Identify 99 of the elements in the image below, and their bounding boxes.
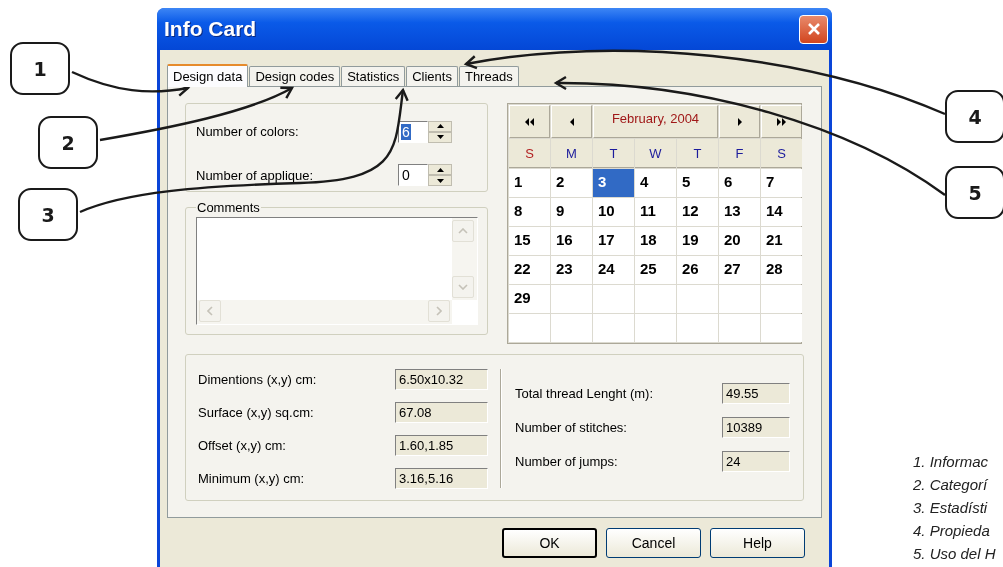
field-label: Number of stitches: bbox=[515, 420, 628, 435]
calendar-day[interactable]: 17 bbox=[593, 227, 634, 255]
calendar-day[interactable]: 5 bbox=[677, 169, 718, 197]
field-label: Dimentions (x,y) cm: bbox=[198, 372, 318, 387]
calendar-day[interactable]: 25 bbox=[635, 256, 676, 284]
spin-down-button[interactable] bbox=[428, 131, 452, 143]
field-label: Number of applique: bbox=[196, 167, 315, 183]
calendar-day[interactable]: 2 bbox=[551, 169, 592, 197]
calendar-day[interactable]: 9 bbox=[551, 198, 592, 226]
field-label: Number of colors: bbox=[196, 124, 300, 140]
calendar-day[interactable]: 24 bbox=[593, 256, 634, 284]
readonly-field: 67.08 bbox=[395, 402, 488, 423]
tab[interactable]: Design codes bbox=[249, 66, 341, 86]
weekday-label: T bbox=[593, 139, 634, 168]
right-chevron-icon bbox=[436, 306, 442, 316]
tab[interactable]: Design data bbox=[167, 64, 249, 87]
spin-down-button[interactable] bbox=[428, 175, 452, 187]
left-chevron-icon bbox=[207, 306, 213, 316]
dialog-button[interactable]: Cancel bbox=[606, 528, 701, 558]
number-field[interactable]: 6 bbox=[398, 120, 428, 143]
weekday-label: F bbox=[719, 139, 760, 168]
calendar-day[interactable]: 26 bbox=[677, 256, 718, 284]
up-arrow-icon bbox=[436, 124, 444, 129]
calendar-day[interactable]: 16 bbox=[551, 227, 592, 255]
calendar-day[interactable]: 7 bbox=[761, 169, 802, 197]
field-label: Total thread Lenght (m): bbox=[515, 386, 655, 401]
down-arrow-icon bbox=[436, 178, 444, 183]
horizontal-scrollbar[interactable] bbox=[197, 300, 452, 324]
double-right-arrow-icon bbox=[777, 117, 786, 126]
calendar-day[interactable]: 8 bbox=[509, 198, 550, 226]
tab[interactable]: Statistics bbox=[341, 66, 406, 86]
legend-item: 3. Estadísti bbox=[913, 498, 989, 518]
close-button[interactable] bbox=[799, 14, 828, 44]
down-arrow-icon bbox=[436, 135, 444, 140]
window-title: Info Card bbox=[164, 17, 257, 41]
readonly-field: 49.55 bbox=[722, 383, 790, 404]
field-label: Offset (x,y) cm: bbox=[198, 438, 287, 453]
spin-up-button[interactable] bbox=[428, 120, 452, 132]
calendar-day[interactable]: 28 bbox=[761, 256, 802, 284]
calendar-day[interactable]: 21 bbox=[761, 227, 802, 255]
calendar-day[interactable]: 15 bbox=[509, 227, 550, 255]
vertical-scrollbar[interactable] bbox=[452, 218, 477, 300]
double-left-arrow-icon bbox=[525, 117, 534, 126]
tab[interactable]: Clients bbox=[406, 66, 458, 86]
legend-item: 1. Informac bbox=[913, 452, 990, 472]
legend-item: 5. Uso del H bbox=[913, 544, 996, 564]
right-arrow-icon bbox=[737, 117, 742, 126]
calendar-day[interactable]: 11 bbox=[635, 198, 676, 226]
weekday-label: S bbox=[509, 139, 550, 168]
weekday-label: W bbox=[635, 139, 676, 168]
month-title: February, 2004 bbox=[593, 105, 718, 138]
next-year-button[interactable] bbox=[761, 105, 802, 138]
next-month-button[interactable] bbox=[719, 105, 760, 138]
callout-number: 4 bbox=[945, 90, 1003, 143]
readonly-field: 3.16,5.16 bbox=[395, 468, 488, 489]
comments-field[interactable] bbox=[196, 217, 478, 325]
legend-item: 4. Propieda bbox=[913, 521, 991, 541]
up-arrow-icon bbox=[436, 167, 444, 172]
field-label: Minimum (x,y) cm: bbox=[198, 471, 306, 486]
down-chevron-icon bbox=[458, 284, 468, 290]
field-label: Number of jumps: bbox=[515, 454, 619, 469]
legend-item: 2. Categorí bbox=[913, 475, 989, 495]
callout-number: 3 bbox=[18, 188, 78, 241]
close-icon bbox=[805, 21, 822, 37]
calendar-day[interactable]: 27 bbox=[719, 256, 760, 284]
calendar-day[interactable]: 22 bbox=[509, 256, 550, 284]
number-field[interactable]: 0 bbox=[398, 164, 428, 187]
weekday-label: T bbox=[677, 139, 718, 168]
group-label: Comments bbox=[196, 200, 261, 215]
calendar-day[interactable]: 29 bbox=[509, 285, 550, 313]
readonly-field: 10389 bbox=[722, 417, 790, 438]
callout-number: 5 bbox=[945, 166, 1003, 219]
left-arrow-icon bbox=[569, 117, 574, 126]
calendar-day[interactable]: 3 bbox=[593, 169, 634, 197]
up-chevron-icon bbox=[458, 228, 468, 234]
calendar-day[interactable]: 4 bbox=[635, 169, 676, 197]
tab[interactable]: Threads bbox=[458, 66, 519, 86]
calendar-day[interactable]: 14 bbox=[761, 198, 802, 226]
calendar-day[interactable]: 13 bbox=[719, 198, 760, 226]
dialog-button[interactable]: OK bbox=[502, 528, 597, 558]
field-label: Surface (x,y) sq.cm: bbox=[198, 405, 315, 420]
weekday-label: M bbox=[551, 139, 592, 168]
readonly-field: 24 bbox=[722, 451, 790, 472]
callout-number: 1 bbox=[10, 42, 70, 95]
calendar-day[interactable]: 18 bbox=[635, 227, 676, 255]
spin-up-button[interactable] bbox=[428, 164, 452, 176]
readonly-field: 6.50x10.32 bbox=[395, 369, 488, 390]
calendar-day[interactable]: 20 bbox=[719, 227, 760, 255]
dialog-button[interactable]: Help bbox=[710, 528, 805, 558]
calendar-day[interactable]: 10 bbox=[593, 198, 634, 226]
calendar-day[interactable]: 12 bbox=[677, 198, 718, 226]
callout-number: 2 bbox=[38, 116, 98, 169]
calendar-day[interactable]: 23 bbox=[551, 256, 592, 284]
calendar-day[interactable]: 6 bbox=[719, 169, 760, 197]
previous-year-button[interactable] bbox=[509, 105, 550, 138]
weekday-label: S bbox=[761, 139, 802, 168]
readonly-field: 1.60,1.85 bbox=[395, 435, 488, 456]
calendar-day[interactable]: 19 bbox=[677, 227, 718, 255]
calendar-day[interactable]: 1 bbox=[509, 169, 550, 197]
